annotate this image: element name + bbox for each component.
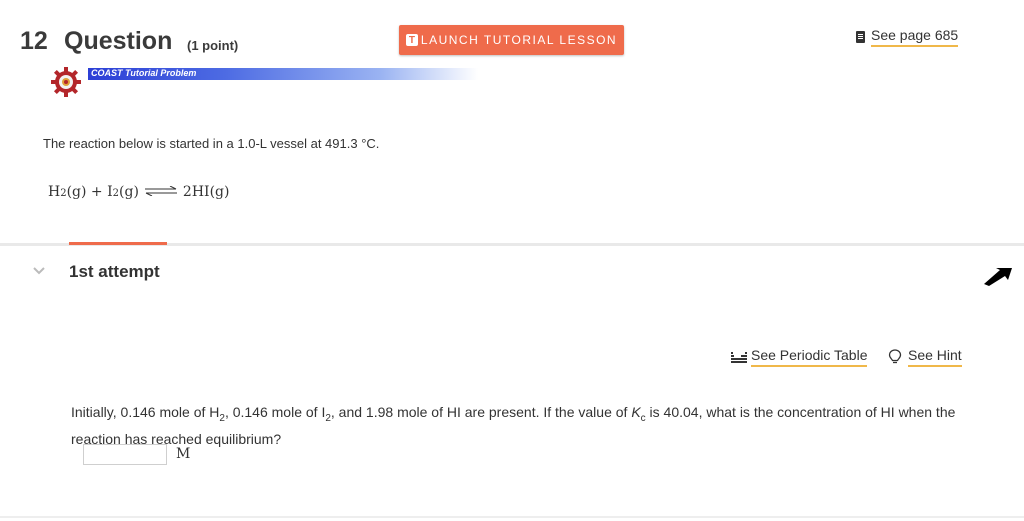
- see-periodic-table-label: See Periodic Table: [751, 347, 868, 367]
- periodic-table-icon: [731, 352, 747, 363]
- q-part2: , 0.146 mole of I: [224, 404, 326, 420]
- question-points: (1 point): [187, 38, 239, 53]
- tutorial-icon: T: [405, 34, 418, 46]
- see-page-link[interactable]: See page 685: [856, 27, 959, 47]
- question-heading: Question: [64, 27, 173, 55]
- attempt-label: 1st attempt: [69, 262, 160, 281]
- problem-intro: The reaction below is started in a 1.0-L…: [43, 136, 380, 151]
- reaction-equation: H 2 (g) + I 2 (g) 2HI(g): [48, 184, 229, 200]
- launch-tutorial-button[interactable]: T LAUNCH TUTORIAL LESSON: [399, 25, 624, 55]
- see-periodic-table-link[interactable]: See Periodic Table: [731, 347, 868, 367]
- coast-banner-label: COAST Tutorial Problem: [91, 68, 197, 78]
- attempt-tab-indicator: [69, 242, 167, 245]
- answer-unit: M: [176, 446, 191, 462]
- eq-h: H: [48, 184, 61, 200]
- see-page-label: See page 685: [871, 27, 959, 47]
- gear-icon: [51, 67, 81, 97]
- question-number: 12: [20, 27, 48, 55]
- eq-g1: (g): [66, 184, 87, 200]
- lightbulb-icon: [888, 349, 902, 364]
- chevron-down-icon[interactable]: [32, 266, 46, 276]
- equilibrium-arrow-icon: [144, 186, 177, 196]
- see-hint-label: See Hint: [908, 347, 962, 367]
- book-icon: [856, 31, 865, 43]
- q-part3: , and 1.98 mole of HI are present. If th…: [330, 404, 632, 420]
- eq-g2: (g): [119, 184, 139, 200]
- cursor-icon: [984, 268, 1012, 286]
- q-k: K: [631, 404, 641, 420]
- eq-plus: +: [86, 184, 108, 200]
- launch-tutorial-label: LAUNCH TUTORIAL LESSON: [420, 33, 618, 47]
- see-hint-link[interactable]: See Hint: [888, 347, 962, 367]
- answer-input[interactable]: [83, 444, 167, 465]
- q-part1: Initially, 0.146 mole of H: [71, 404, 220, 420]
- eq-product: 2HI(g): [182, 184, 230, 200]
- question-text: Initially, 0.146 mole of H2, 0.146 mole …: [71, 402, 971, 450]
- bottom-divider: [0, 516, 1024, 518]
